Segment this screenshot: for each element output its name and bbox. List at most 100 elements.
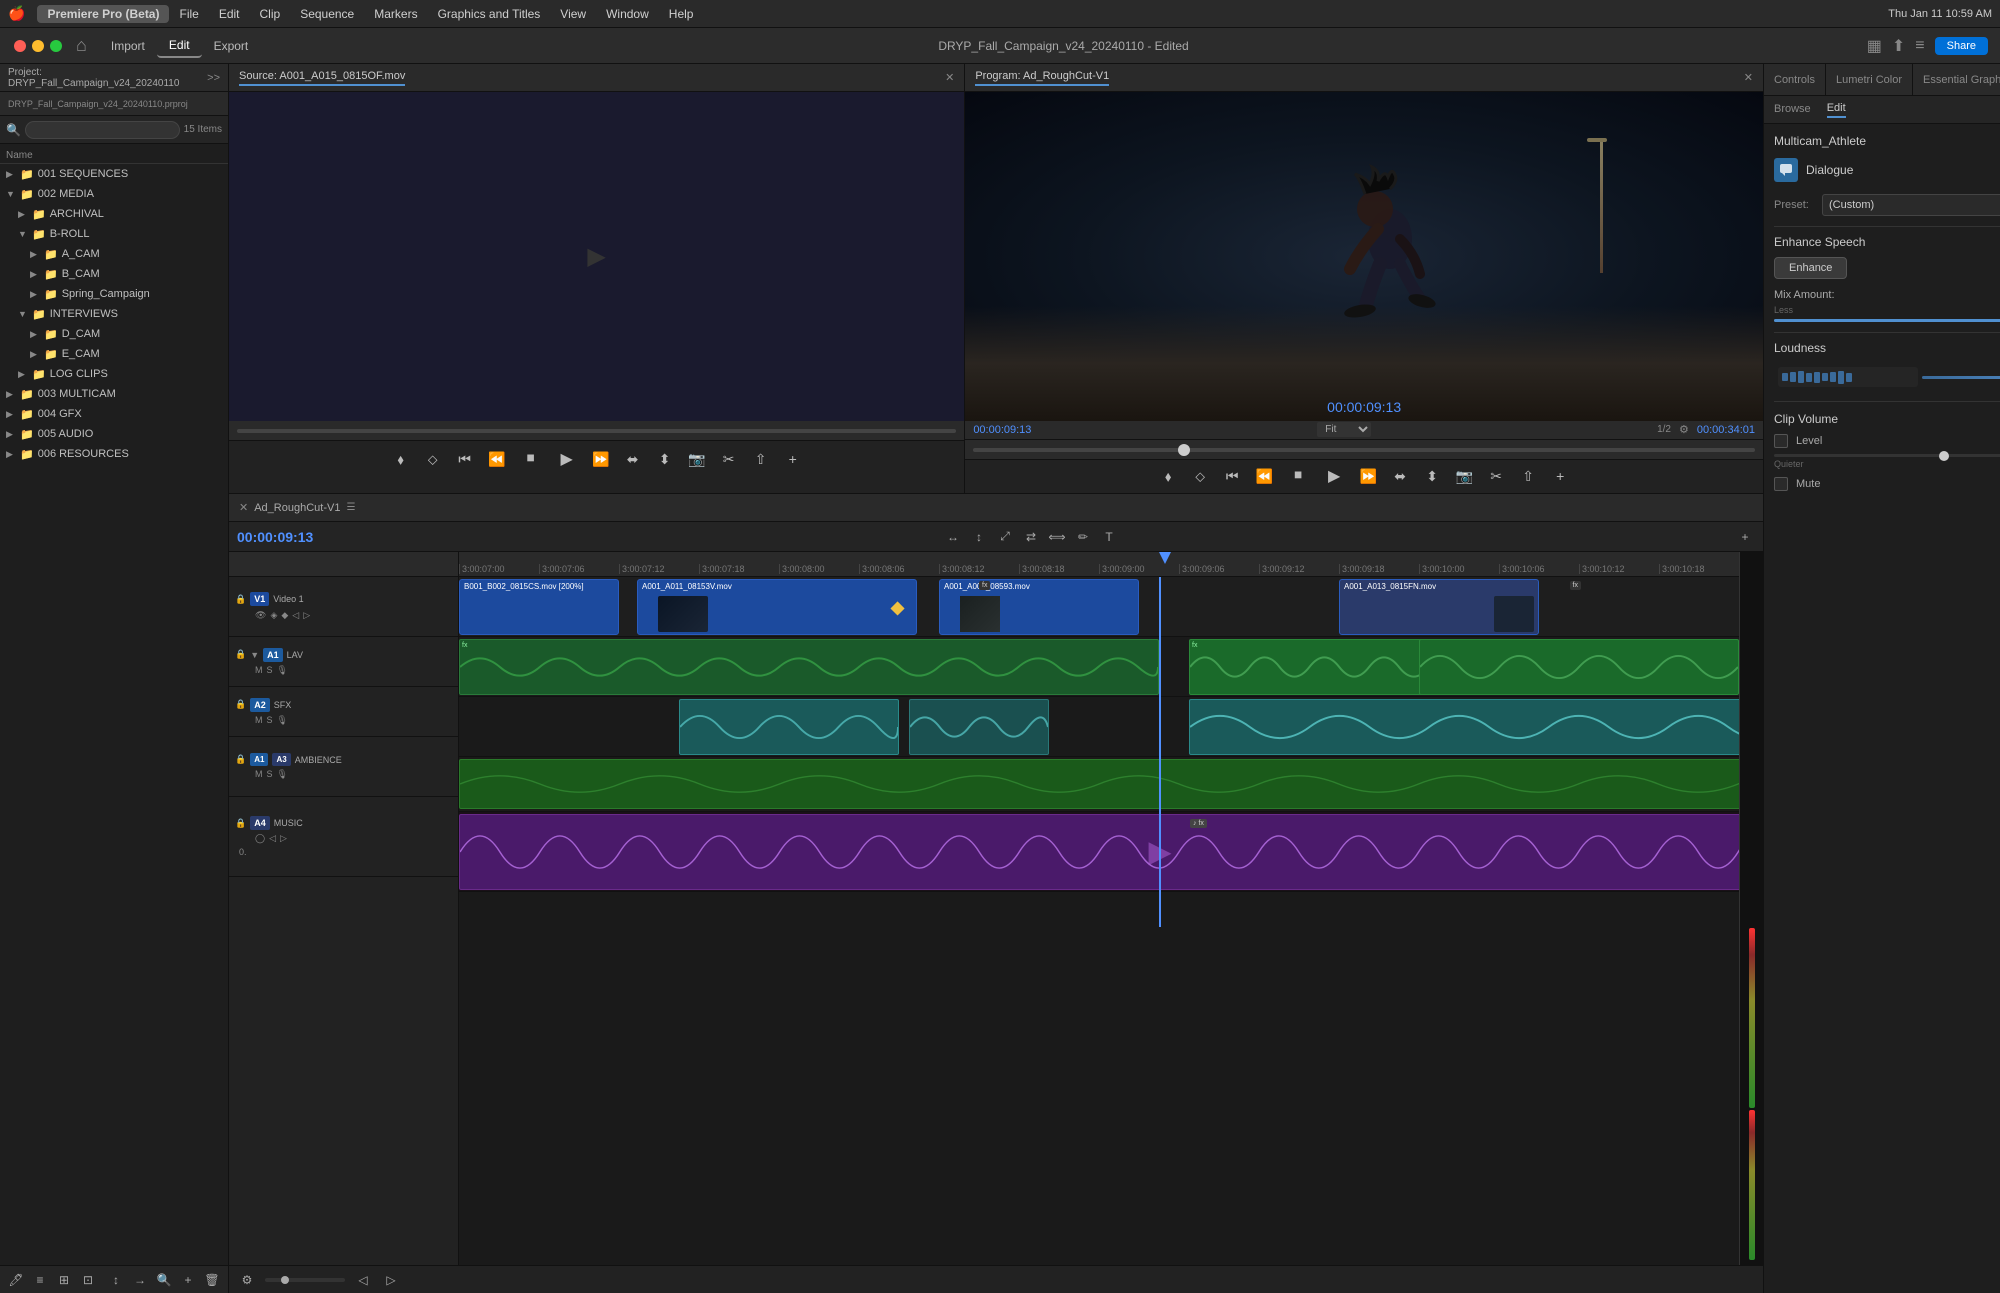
- timeline-pen-button[interactable]: ✏: [1073, 527, 1093, 547]
- audio-clip-lav-1[interactable]: fx: [459, 639, 1159, 695]
- timeline-close-icon[interactable]: ✕: [239, 501, 248, 514]
- program-insert-button[interactable]: ⬌: [1388, 464, 1412, 488]
- a1-lock-icon[interactable]: 🔒: [235, 649, 246, 660]
- level-checkbox[interactable]: [1774, 434, 1788, 448]
- audio-clip-sfx-1[interactable]: [679, 699, 899, 755]
- subtab-browse[interactable]: Browse: [1774, 103, 1811, 117]
- layout-icon[interactable]: ▦: [1867, 36, 1882, 56]
- audio-clip-sfx-2[interactable]: [909, 699, 1049, 755]
- minimize-window-button[interactable]: [32, 40, 44, 52]
- source-insert-button[interactable]: ⬌: [621, 447, 645, 471]
- program-monitor-close-icon[interactable]: ✕: [1744, 71, 1753, 84]
- menu-markers[interactable]: Markers: [364, 5, 427, 23]
- delete-button[interactable]: 🗑: [202, 1270, 222, 1290]
- source-mark-in-button[interactable]: ⬧: [389, 447, 413, 471]
- v1-add-keyframe-icon[interactable]: ◆: [281, 610, 288, 621]
- program-scrubber[interactable]: [965, 440, 1763, 460]
- timeline-rate-stretch-button[interactable]: ⤢: [995, 527, 1015, 547]
- program-stop-button[interactable]: ⏹: [1284, 462, 1312, 490]
- v1-snap-icon[interactable]: ◈: [270, 610, 277, 621]
- menu-window[interactable]: Window: [596, 5, 659, 23]
- a1-track[interactable]: fx fx: [459, 637, 1739, 697]
- source-camera-button[interactable]: 📷: [685, 447, 709, 471]
- a1-mic-icon[interactable]: 🎙: [277, 665, 288, 676]
- timeline-timecode[interactable]: 00:00:09:13: [237, 529, 327, 545]
- list-view-button[interactable]: ≡: [30, 1270, 50, 1290]
- a4-lock-icon[interactable]: 🔒: [235, 818, 246, 829]
- timeline-slip-button[interactable]: ⇄: [1021, 527, 1041, 547]
- nav-export[interactable]: Export: [202, 35, 261, 57]
- share-button[interactable]: Share: [1935, 37, 1988, 55]
- program-trim-button[interactable]: ✂: [1484, 464, 1508, 488]
- v1-next-keyframe-icon[interactable]: ▷: [303, 610, 310, 621]
- v1-track[interactable]: B001_B002_0815CS.mov [200%] A001_A011_08…: [459, 577, 1739, 637]
- source-overwrite-button[interactable]: ⬍: [653, 447, 677, 471]
- wrench-icon[interactable]: ⚙: [1671, 423, 1697, 436]
- timeline-slide-button[interactable]: ⟺: [1047, 527, 1067, 547]
- project-search-input[interactable]: [25, 121, 180, 139]
- tab-essential-graphics[interactable]: Essential Graphics: [1913, 64, 2000, 95]
- new-bin-button[interactable]: 🖊: [6, 1270, 26, 1290]
- a2-toggle-icon[interactable]: M: [255, 715, 263, 726]
- video-clip-a001a006[interactable]: A001_A006_08593.mov: [939, 579, 1139, 635]
- zoom-slider-thumb[interactable]: [281, 1276, 289, 1284]
- export-icon[interactable]: ⬆: [1892, 36, 1905, 56]
- icon-view-button[interactable]: ⊞: [54, 1270, 74, 1290]
- nav-import[interactable]: Import: [99, 35, 157, 57]
- source-trim-button[interactable]: ✂: [717, 447, 741, 471]
- timeline-more-button[interactable]: +: [1735, 527, 1755, 547]
- volume-slider-thumb[interactable]: [1939, 451, 1949, 461]
- menu-sequence[interactable]: Sequence: [290, 5, 364, 23]
- a3-mic-icon[interactable]: 🎙: [277, 769, 288, 780]
- fit-dropdown[interactable]: Fit 25% 50% 75% 100%: [1317, 422, 1371, 437]
- program-step-frame-fwd-button[interactable]: ⏩: [1356, 464, 1380, 488]
- a3-solo-icon[interactable]: S: [267, 769, 273, 780]
- program-scrubber-head[interactable]: [1178, 444, 1190, 456]
- a4-vol-icon[interactable]: ◯: [255, 833, 265, 844]
- sort-button[interactable]: ↕: [106, 1270, 126, 1290]
- program-overwrite-button[interactable]: ⬍: [1420, 464, 1444, 488]
- source-mark-out-button[interactable]: ⬦: [421, 447, 445, 471]
- tree-item-broll[interactable]: ▼ 📁 B-ROLL: [0, 224, 228, 244]
- source-lift-button[interactable]: ⇧: [749, 447, 773, 471]
- tree-item-archival[interactable]: ▶ 📁 ARCHIVAL: [0, 204, 228, 224]
- panels-icon[interactable]: ≡: [1915, 37, 1924, 55]
- v1-label[interactable]: V1: [250, 592, 269, 606]
- a2-track[interactable]: [459, 697, 1739, 757]
- a4-track[interactable]: ▶ ♪ fx: [459, 812, 1739, 892]
- tree-item-bcam[interactable]: ▶ 📁 B_CAM: [0, 264, 228, 284]
- tree-item-acam[interactable]: ▶ 📁 A_CAM: [0, 244, 228, 264]
- program-lift-button[interactable]: ⇧: [1516, 464, 1540, 488]
- tree-item-003-multicam[interactable]: ▶ 📁 003 MULTICAM: [0, 384, 228, 404]
- find-button[interactable]: 🔍: [154, 1270, 174, 1290]
- menu-app-name[interactable]: Premiere Pro (Beta): [37, 5, 169, 23]
- subtab-edit[interactable]: Edit: [1827, 102, 1846, 118]
- timeline-text-button[interactable]: T: [1099, 527, 1119, 547]
- scroll-left-button[interactable]: ◁: [353, 1270, 373, 1290]
- timeline-ripple-button[interactable]: ↕: [969, 527, 989, 547]
- timeline-tracks-area[interactable]: 3:00:07:00 3:00:07:06 3:00:07:12 3:00:07…: [459, 552, 1739, 1265]
- source-step-frame-back-button[interactable]: ⏪: [485, 447, 509, 471]
- preset-dropdown[interactable]: (Custom) Balanced Male Voice Balanced Fe…: [1822, 194, 2000, 216]
- source-play-button[interactable]: ▶: [553, 445, 581, 473]
- automate-button[interactable]: →: [130, 1270, 150, 1290]
- program-step-frame-back-button[interactable]: ⏪: [1252, 464, 1276, 488]
- a2-lock-icon[interactable]: 🔒: [235, 699, 246, 710]
- timeline-header-menu-icon[interactable]: ☰: [346, 502, 355, 513]
- enhance-button[interactable]: Enhance: [1774, 257, 1847, 279]
- program-step-back-button[interactable]: ⏮: [1220, 464, 1244, 488]
- menu-file[interactable]: File: [169, 5, 208, 23]
- a1-toggle-sync-lock-icon[interactable]: M: [255, 665, 263, 676]
- close-window-button[interactable]: [14, 40, 26, 52]
- source-monitor-close-icon[interactable]: ✕: [945, 71, 954, 84]
- menu-graphics[interactable]: Graphics and Titles: [428, 5, 551, 23]
- source-step-frame-fwd-button[interactable]: ⏩: [589, 447, 613, 471]
- timeline-track-select-button[interactable]: ↔: [943, 527, 963, 547]
- program-mark-in-button[interactable]: ⬧: [1156, 464, 1180, 488]
- tree-item-005-audio[interactable]: ▶ 📁 005 AUDIO: [0, 424, 228, 444]
- menu-view[interactable]: View: [550, 5, 596, 23]
- tab-controls[interactable]: Controls: [1764, 64, 1826, 95]
- audio-clip-sfx-3[interactable]: [1189, 699, 1739, 755]
- scroll-right-button[interactable]: ▷: [381, 1270, 401, 1290]
- program-mark-out-button[interactable]: ⬦: [1188, 464, 1212, 488]
